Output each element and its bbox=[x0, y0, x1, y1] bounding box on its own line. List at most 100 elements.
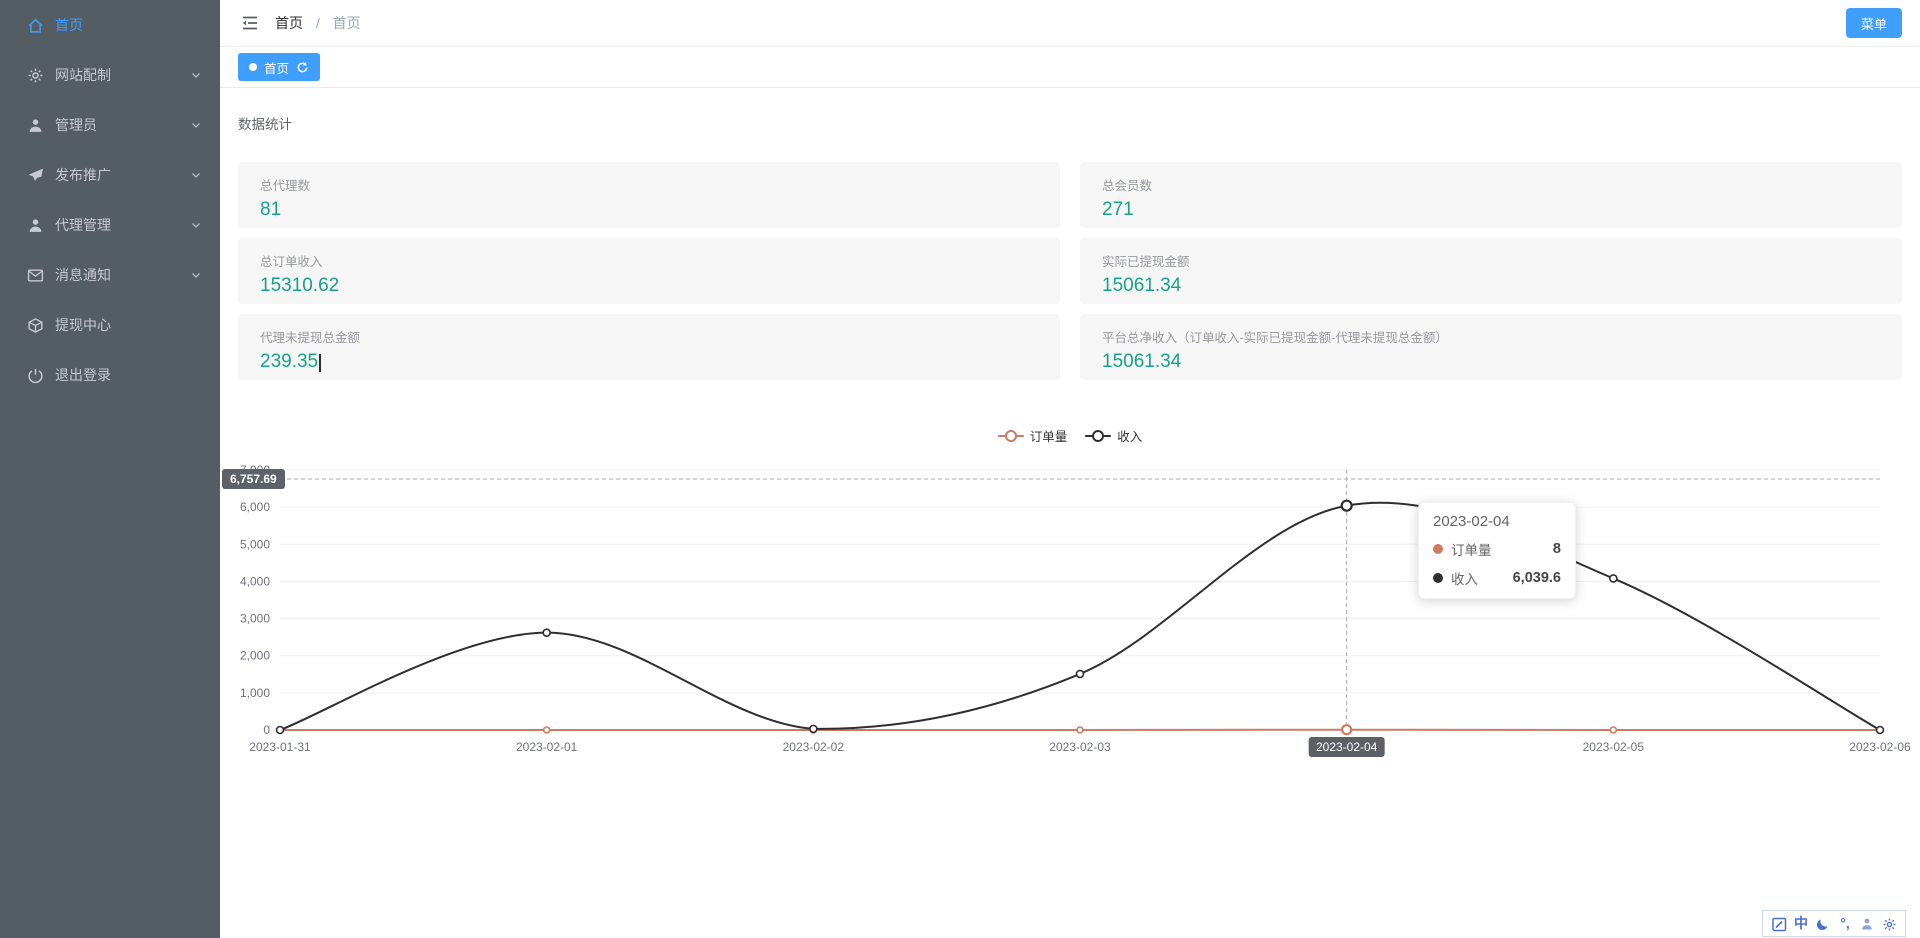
tooltip-series-name: 收入 bbox=[1451, 568, 1478, 588]
gear-icon bbox=[27, 67, 44, 84]
svg-text:2023-01-31: 2023-01-31 bbox=[249, 740, 311, 754]
main-area: 首页 / 首页 菜单 首页 数据统计 总代理数 81 总会员数 bbox=[220, 0, 1920, 938]
admin-dashboard: 首页 网站配制 管理员 发布推广 代理管理 bbox=[0, 0, 1920, 938]
sidebar-item-label: 网站配制 bbox=[55, 65, 190, 85]
sidebar-item-label: 提现中心 bbox=[55, 315, 202, 335]
sidebar-menu: 首页 网站配制 管理员 发布推广 代理管理 bbox=[0, 0, 220, 400]
stat-label: 总代理数 bbox=[260, 175, 1038, 194]
sidebar-item-administrators[interactable]: 管理员 bbox=[0, 100, 220, 150]
breadcrumb-home[interactable]: 首页 bbox=[275, 15, 303, 31]
stat-card-withdrawn-amount: 实际已提现金额 15061.34 bbox=[1080, 238, 1902, 304]
series-dot-icon bbox=[1433, 544, 1443, 554]
sidebar-item-label: 发布推广 bbox=[55, 165, 190, 185]
box-icon bbox=[27, 317, 44, 334]
ime-toolbar: 中 °, bbox=[1762, 910, 1906, 937]
svg-text:2023-02-05: 2023-02-05 bbox=[1583, 740, 1645, 754]
legend-item-orders[interactable]: 订单量 bbox=[998, 426, 1068, 445]
stat-value: 15310.62 bbox=[260, 275, 1038, 297]
handwriting-pad-icon[interactable] bbox=[1768, 912, 1790, 935]
tooltip-series-value: 6,039.6 bbox=[1513, 570, 1561, 586]
legend-item-income[interactable]: 收入 bbox=[1085, 426, 1142, 445]
svg-text:0: 0 bbox=[263, 723, 270, 737]
stat-value: 271 bbox=[1102, 199, 1880, 221]
tab-home[interactable]: 首页 bbox=[238, 53, 320, 81]
chevron-down-icon bbox=[190, 169, 202, 181]
chart-section: 订单量 收入 01,0002,0003,0004,0005,0006,0007,… bbox=[238, 426, 1902, 782]
tooltip-series-value: 8 bbox=[1553, 541, 1561, 557]
sidebar-item-home[interactable]: 首页 bbox=[0, 0, 220, 50]
stat-label: 代理未提现总金额 bbox=[260, 327, 1038, 346]
sidebar-item-logout[interactable]: 退出登录 bbox=[0, 350, 220, 400]
svg-text:5,000: 5,000 bbox=[240, 537, 270, 551]
breadcrumb-separator: / bbox=[316, 15, 320, 31]
sidebar-item-label: 退出登录 bbox=[55, 365, 202, 385]
stat-label: 实际已提现金额 bbox=[1102, 251, 1880, 270]
stat-cards: 总代理数 81 总会员数 271 总订单收入 15310.62 实际已提现金额 … bbox=[238, 162, 1902, 380]
legend-label: 收入 bbox=[1117, 426, 1142, 445]
chevron-down-icon bbox=[190, 119, 202, 131]
sidebar-item-site-config[interactable]: 网站配制 bbox=[0, 50, 220, 100]
line-chart: 01,0002,0003,0004,0005,0006,0007,0002023… bbox=[238, 460, 1902, 782]
svg-text:2023-02-06: 2023-02-06 bbox=[1849, 740, 1911, 754]
user-icon[interactable] bbox=[1856, 912, 1878, 935]
chart-tooltip: 2023-02-04 订单量 8 收入 6,039.6 bbox=[1418, 502, 1576, 599]
svg-text:2023-02-01: 2023-02-01 bbox=[516, 740, 578, 754]
svg-text:2023-02-02: 2023-02-02 bbox=[783, 740, 845, 754]
stat-card-total-members: 总会员数 271 bbox=[1080, 162, 1902, 228]
sidebar-item-label: 管理员 bbox=[55, 115, 190, 135]
user-icon bbox=[27, 117, 44, 134]
axis-pointer-y-badge: 6,757.69 bbox=[222, 469, 285, 489]
collapse-sidebar-icon[interactable] bbox=[240, 13, 260, 33]
refresh-icon[interactable] bbox=[296, 61, 309, 74]
stat-card-platform-net-income: 平台总净收入（订单收入-实际已提现金额-代理未提现总金额） 15061.34 bbox=[1080, 314, 1902, 380]
svg-text:2,000: 2,000 bbox=[240, 649, 270, 663]
stat-label: 平台总净收入（订单收入-实际已提现金额-代理未提现总金额） bbox=[1102, 327, 1880, 346]
sidebar-item-label: 首页 bbox=[55, 15, 202, 35]
chinese-mode-icon[interactable]: 中 bbox=[1790, 912, 1812, 935]
menu-button[interactable]: 菜单 bbox=[1846, 8, 1902, 38]
chevron-down-icon bbox=[190, 269, 202, 281]
sidebar-item-publish-promotion[interactable]: 发布推广 bbox=[0, 150, 220, 200]
tooltip-title: 2023-02-04 bbox=[1433, 513, 1561, 530]
legend-marker-icon bbox=[1085, 429, 1111, 443]
send-icon bbox=[27, 167, 44, 184]
topbar: 首页 / 首页 菜单 bbox=[220, 0, 1920, 47]
stat-card-total-agents: 总代理数 81 bbox=[238, 162, 1060, 228]
home-icon bbox=[27, 17, 44, 34]
chevron-down-icon bbox=[190, 219, 202, 231]
series-dot-icon bbox=[1433, 573, 1443, 583]
sidebar-item-withdrawal-center[interactable]: 提现中心 bbox=[0, 300, 220, 350]
stat-card-total-order-income: 总订单收入 15310.62 bbox=[238, 238, 1060, 304]
power-icon bbox=[27, 367, 44, 384]
sidebar-item-label: 代理管理 bbox=[55, 215, 190, 235]
content: 数据统计 总代理数 81 总会员数 271 总订单收入 15310.62 实际已… bbox=[220, 113, 1920, 782]
stat-value: 15061.34 bbox=[1102, 275, 1880, 297]
settings-gear-icon[interactable] bbox=[1878, 912, 1900, 935]
legend-label: 订单量 bbox=[1030, 426, 1068, 445]
text-cursor bbox=[319, 354, 321, 372]
svg-text:1,000: 1,000 bbox=[240, 686, 270, 700]
svg-text:3,000: 3,000 bbox=[240, 612, 270, 626]
chart-legend: 订单量 收入 bbox=[238, 426, 1902, 445]
line-chart-canvas[interactable]: 01,0002,0003,0004,0005,0006,0007,0002023… bbox=[238, 460, 1902, 782]
sidebar-item-message-notification[interactable]: 消息通知 bbox=[0, 250, 220, 300]
moon-icon[interactable] bbox=[1812, 912, 1834, 935]
tooltip-row-orders: 订单量 8 bbox=[1433, 539, 1561, 559]
stat-label: 总会员数 bbox=[1102, 175, 1880, 194]
svg-text:4,000: 4,000 bbox=[240, 574, 270, 588]
tab-label: 首页 bbox=[264, 58, 289, 77]
sidebar-item-agent-management[interactable]: 代理管理 bbox=[0, 200, 220, 250]
stat-value: 239.35 bbox=[260, 351, 1038, 373]
user-icon bbox=[27, 217, 44, 234]
mail-icon bbox=[27, 267, 44, 284]
breadcrumb-current: 首页 bbox=[333, 15, 361, 31]
sidebar-item-label: 消息通知 bbox=[55, 265, 190, 285]
tab-active-dot-icon bbox=[249, 63, 257, 71]
stat-card-agent-unwithdrawn: 代理未提现总金额 239.35 bbox=[238, 314, 1060, 380]
punctuation-icon[interactable]: °, bbox=[1834, 912, 1856, 935]
svg-text:6,000: 6,000 bbox=[240, 500, 270, 514]
section-title: 数据统计 bbox=[238, 113, 1902, 133]
tab-bar: 首页 bbox=[220, 47, 1920, 88]
sidebar: 首页 网站配制 管理员 发布推广 代理管理 bbox=[0, 0, 220, 938]
svg-text:2023-02-03: 2023-02-03 bbox=[1049, 740, 1111, 754]
